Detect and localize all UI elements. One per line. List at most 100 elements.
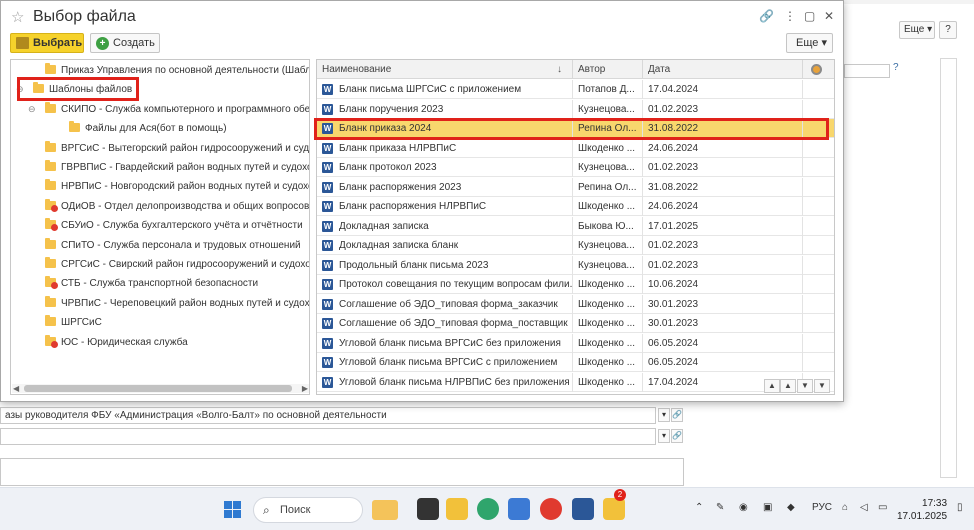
table-row[interactable]: W Бланк протокол 2023 Кузнецова... 01.02.20… [317, 158, 834, 178]
create-button[interactable]: + Создать [90, 33, 160, 53]
favorite-star-icon[interactable]: ☆ [11, 8, 24, 26]
column-author-header[interactable]: Автор [573, 60, 643, 79]
1c-enterprise-icon[interactable] [603, 498, 625, 520]
background-field[interactable] [844, 64, 890, 78]
table-row[interactable]: W Продольный бланк письма 2023 Кузнецова..… [317, 255, 834, 275]
table-row[interactable]: W Докладная записка бланк Кузнецова... 01.0… [317, 236, 834, 256]
tree-item[interactable]: СТБ - Служба транспортной безопасности [11, 274, 309, 293]
tray-chevron-icon[interactable]: ⌃ [695, 502, 703, 513]
select-button[interactable]: Выбрать [10, 33, 84, 53]
table-row[interactable]: W Соглашение об ЭДО_типовая форма_заказчи… [317, 294, 834, 314]
table-row[interactable]: W Бланк письма ШРГСиС с приложением Потапо… [317, 80, 834, 100]
word-icon[interactable] [572, 498, 594, 520]
tray-app-icon-3[interactable]: ◆ [787, 502, 795, 513]
annotation-highlight-row [314, 118, 829, 140]
task-view-icon[interactable] [417, 498, 439, 520]
menu-dots-icon[interactable]: ⋮ [784, 9, 796, 23]
table-row[interactable]: W Угловой бланк письма НЛРВПиС без прилож… [317, 372, 834, 392]
table-row[interactable]: W Бланк приказа НЛРВПиС Шкоденко ... 24.06.… [317, 138, 834, 158]
tree-item[interactable]: ВРГСиС - Вытегорский район гидросооружен… [11, 139, 309, 158]
file-explorer-icon[interactable] [446, 498, 468, 520]
scroll-right-icon[interactable]: ▶ [302, 384, 308, 393]
scroll-left-icon[interactable]: ◀ [13, 384, 19, 393]
background-document-field[interactable]: азы руководителя ФБУ «Администрация «Вол… [0, 407, 656, 424]
more-button[interactable]: Еще ▾ [786, 33, 833, 53]
tree-horizontal-scrollbar[interactable]: ◀ ▶ [12, 384, 309, 393]
scroll-to-bottom-button[interactable]: ▼ [814, 379, 830, 393]
cell-date: 17.04.2024 [648, 80, 803, 99]
battery-icon[interactable]: ▭ [878, 502, 887, 513]
close-icon[interactable]: ✕ [824, 9, 834, 23]
tray-app-icon[interactable]: ◉ [739, 502, 748, 513]
edge-browser-icon[interactable] [477, 498, 499, 520]
background-help-button[interactable]: ? [939, 21, 957, 39]
scroll-down-button[interactable]: ▼ [797, 379, 813, 393]
link-icon[interactable]: 🔗 [759, 9, 774, 23]
clock[interactable]: 17:33 17.01.2025 [897, 497, 947, 523]
cell-name: Угловой бланк письма ВРГСиС без приложен… [339, 333, 573, 353]
table-row[interactable]: W Соглашение об ЭДО_типовая форма_поставщ… [317, 314, 834, 334]
folder-icon [45, 179, 56, 191]
table-row[interactable]: W Бланк распоряжения 2023 Репина Ол... 31.0… [317, 177, 834, 197]
tree-item[interactable]: СБУиО - Служба бухгалтерского учёта и от… [11, 216, 309, 235]
background-more-button[interactable]: Еще ▾ [899, 21, 935, 39]
cell-date: 31.08.2022 [648, 177, 803, 197]
scroll-up-button[interactable]: ▲ [780, 379, 796, 393]
background-empty-field[interactable] [0, 428, 656, 445]
background-help-mark[interactable]: ? [893, 62, 899, 73]
cell-author: Шкоденко ... [578, 138, 643, 158]
tree-item[interactable]: СПиТО - Служба персонала и трудовых отно… [11, 236, 309, 255]
table-row[interactable]: W Угловой бланк письма ВРГСиС с приложени… [317, 353, 834, 373]
volume-icon[interactable]: ◁ [860, 502, 868, 513]
sort-descending-icon[interactable]: ↓ [557, 60, 562, 79]
tree-item[interactable]: НРВПиС - Новгородский район водных путей… [11, 177, 309, 196]
tree-item[interactable]: ГВРВПиС - Гвардейский район водных путей… [11, 158, 309, 177]
annotation-highlight-folder [17, 77, 139, 101]
tree-item[interactable]: ОДиОВ - Отдел делопроизводства и общих в… [11, 197, 309, 216]
cell-name: Докладная записка бланк [339, 236, 573, 255]
word-document-icon: W [322, 298, 333, 310]
field-link-icon[interactable]: 🔗 [671, 408, 683, 422]
table-row[interactable]: W Бланк распоряжения НЛРВПиС Шкоденко ... 2… [317, 197, 834, 217]
tray-paint-icon[interactable]: ✎ [716, 502, 724, 513]
table-row[interactable]: W Докладная записка Быкова Ю... 17.01.2025 [317, 216, 834, 236]
field-link-icon-2[interactable]: 🔗 [671, 429, 683, 443]
cell-name: Докладная записка [339, 216, 573, 236]
network-icon[interactable]: ⌂ [842, 502, 848, 513]
windows-start-icon[interactable] [224, 501, 241, 518]
folder-tree[interactable]: ЮС - Юридическая служба ШРГСиС ЧРВПиС - Че… [10, 59, 310, 395]
notification-badge: 2 [614, 489, 626, 501]
field-dropdown-button-2[interactable]: ▾ [658, 429, 670, 443]
file-table[interactable]: Наименование ↓ Автор Дата W Бланк письма … [316, 59, 835, 395]
tree-item[interactable]: ШРГСиС [11, 313, 309, 332]
column-date-header[interactable]: Дата [643, 60, 803, 79]
scrollbar-thumb[interactable] [24, 385, 292, 392]
scroll-to-top-button[interactable]: ▲ [764, 379, 780, 393]
folder-icon [45, 101, 56, 113]
yandex-browser-icon[interactable] [540, 498, 562, 520]
mail-icon[interactable] [508, 498, 530, 520]
tree-item[interactable]: ЮС - Юридическая служба [11, 333, 309, 352]
tree-item-label: СБУиО - Служба бухгалтерского учёта и от… [61, 220, 303, 232]
tree-item[interactable]: СРГСиС - Свирский район гидросооружений … [11, 255, 309, 274]
table-row[interactable]: W Бланк поручения 2023 Кузнецова... 01.02.2… [317, 99, 834, 119]
table-row[interactable]: W Угловой бланк письма ВРГСиС без приложе… [317, 333, 834, 353]
taskbar-search[interactable]: ⌕ Поиск [253, 497, 398, 523]
cell-date: 06.05.2024 [648, 333, 803, 353]
cell-author: Репина Ол... [578, 177, 643, 197]
settings-gear-icon[interactable] [811, 64, 822, 75]
field-dropdown-button[interactable]: ▾ [658, 408, 670, 422]
column-name-header[interactable]: Наименование [317, 60, 573, 79]
background-text-area[interactable] [0, 458, 684, 486]
language-indicator[interactable]: РУС [812, 502, 832, 513]
tree-item[interactable]: Файлы для Ася(бот в помощь) [11, 119, 309, 138]
maximize-icon[interactable]: ▢ [804, 9, 815, 23]
tree-expander-icon[interactable]: ⊖ [28, 100, 36, 119]
tree-item[interactable]: ЧРВПиС - Череповецкий район водных путей… [11, 294, 309, 313]
notifications-icon[interactable]: ▯ [957, 502, 963, 513]
tree-item[interactable]: ⊖ СКИПО - Служба компьютерного и программ… [11, 100, 309, 119]
table-row[interactable]: W Протокол совещания по текущим вопросам … [317, 275, 834, 295]
word-document-icon: W [322, 279, 333, 290]
tray-app-icon-2[interactable]: ▣ [763, 502, 772, 513]
cell-date: 01.02.2023 [648, 158, 803, 177]
